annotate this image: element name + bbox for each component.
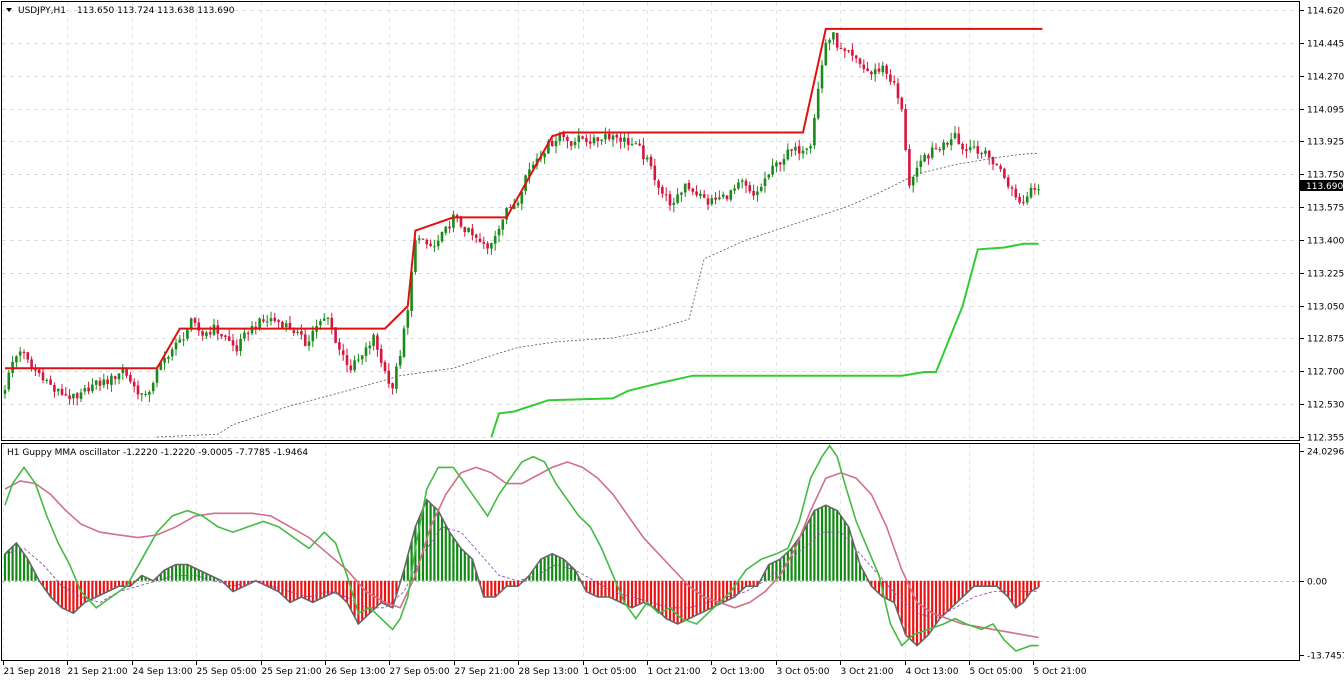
price-tick-label: 113.750 — [1307, 171, 1344, 181]
candle — [904, 104, 907, 152]
symbol-timeframe: USDJPY,H1 — [18, 6, 66, 16]
price-tick-label: 113.400 — [1307, 237, 1344, 247]
time-tick-label: 25 Sep 21:00 — [262, 667, 322, 677]
time-tick-label: 5 Oct 21:00 — [1034, 667, 1087, 677]
candle — [1003, 167, 1006, 180]
price-tick-label: 114.095 — [1307, 106, 1344, 116]
time-tick-label: 26 Sep 13:00 — [326, 667, 386, 677]
price-tick-label: 112.530 — [1307, 401, 1344, 411]
last-price-label: 113.690 — [1306, 182, 1343, 192]
time-tick-label: 5 Oct 05:00 — [970, 667, 1023, 677]
trading-chart[interactable]: 114.620 114.445 114.270 114.095 113.925 113.7… — [0, 0, 1344, 682]
time-tick-label: 4 Oct 13:00 — [906, 667, 959, 677]
time-tick-label: 2 Oct 13:00 — [712, 667, 765, 677]
osc-tick-label: 0.00 — [1307, 578, 1327, 588]
time-tick-label: 27 Sep 21:00 — [455, 667, 515, 677]
candle — [402, 325, 406, 359]
time-tick-label: 3 Oct 21:00 — [841, 667, 894, 677]
candle — [908, 144, 911, 189]
price-tick-label: 112.355 — [1307, 434, 1344, 444]
price-tick-label: 114.445 — [1307, 40, 1344, 50]
price-tick-label: 113.225 — [1307, 270, 1344, 280]
price-tick-label: 114.270 — [1307, 73, 1344, 83]
oscillator-title: H1 Guppy MMA oscillator -1.2220 -1.2220 … — [7, 448, 308, 458]
time-tick-label: 27 Sep 05:00 — [390, 667, 450, 677]
ohlc-values: 113.650 113.724 113.638 113.690 — [77, 6, 235, 16]
price-tick-label: 113.575 — [1307, 204, 1344, 214]
price-tick-label: 113.925 — [1307, 138, 1344, 148]
time-tick-label: 28 Sep 13:00 — [519, 667, 579, 677]
candle — [395, 363, 398, 393]
candle — [7, 369, 11, 392]
candle — [813, 114, 816, 150]
time-tick-label: 1 Oct 05:00 — [584, 667, 637, 677]
candle — [189, 317, 193, 332]
time-tick-label: 21 Sep 21:00 — [68, 667, 128, 677]
price-tick-label: 113.050 — [1307, 303, 1344, 313]
price-tick-label: 112.875 — [1307, 335, 1344, 345]
osc-tick-label: 24.0296 — [1307, 448, 1344, 458]
price-tick-label: 114.620 — [1307, 7, 1344, 17]
time-tick-label: 21 Sep 2018 — [4, 667, 61, 677]
price-tick-label: 112.700 — [1307, 368, 1344, 378]
time-tick-label: 25 Sep 05:00 — [197, 667, 257, 677]
candle — [824, 39, 828, 67]
time-tick-label: 3 Oct 05:00 — [777, 667, 830, 677]
time-tick-label: 1 Oct 21:00 — [648, 667, 701, 677]
osc-tick-label: -13.7457 — [1307, 652, 1344, 662]
time-tick-label: 24 Sep 13:00 — [133, 667, 193, 677]
